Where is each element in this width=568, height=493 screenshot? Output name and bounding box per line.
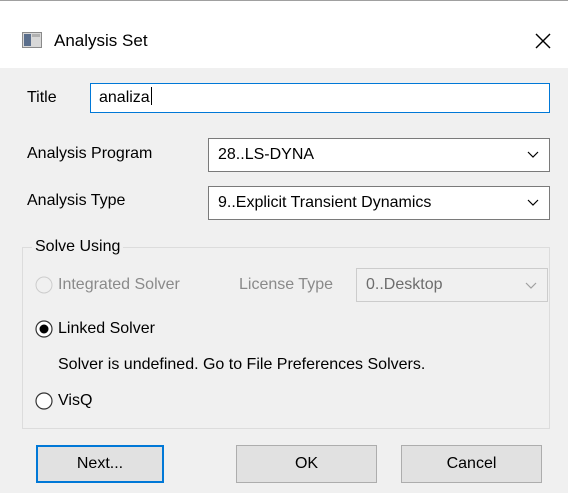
cancel-button[interactable]: Cancel: [401, 445, 542, 483]
text-caret: [150, 87, 152, 105]
close-button[interactable]: [528, 27, 558, 55]
integrated-solver-radio[interactable]: [35, 276, 53, 294]
title-bar: Analysis Set: [0, 0, 568, 68]
title-input-value: analiza: [99, 89, 150, 106]
analysis-type-select[interactable]: 9..Explicit Transient Dynamics: [208, 186, 550, 220]
close-icon: [535, 33, 551, 49]
analysis-program-value: 28..LS-DYNA: [218, 146, 315, 163]
chevron-down-icon: [527, 151, 539, 158]
linked-solver-label: Linked Solver: [58, 320, 155, 337]
linked-solver-radio[interactable]: [35, 320, 53, 338]
app-window-icon: [22, 32, 42, 48]
solver-undefined-message: Solver is undefined. Go to File Preferen…: [58, 356, 426, 373]
ok-button[interactable]: OK: [236, 445, 377, 483]
analysis-program-select[interactable]: 28..LS-DYNA: [208, 138, 550, 172]
license-type-label: License Type: [239, 276, 333, 293]
visq-label: VisQ: [58, 392, 93, 409]
title-input[interactable]: analiza: [90, 83, 550, 113]
window-title: Analysis Set: [54, 31, 148, 50]
visq-radio[interactable]: [35, 392, 53, 410]
analysis-type-value: 9..Explicit Transient Dynamics: [218, 194, 432, 211]
integrated-solver-label: Integrated Solver: [58, 276, 180, 293]
solve-using-label: Solve Using: [32, 238, 124, 256]
title-label: Title: [27, 89, 57, 106]
analysis-type-label: Analysis Type: [27, 192, 126, 209]
chevron-down-icon: [527, 199, 539, 206]
next-button[interactable]: Next...: [36, 445, 164, 483]
analysis-program-label: Analysis Program: [27, 145, 153, 162]
license-type-select[interactable]: 0..Desktop: [356, 268, 548, 302]
chevron-down-icon: [525, 282, 537, 289]
license-type-value: 0..Desktop: [366, 276, 443, 293]
